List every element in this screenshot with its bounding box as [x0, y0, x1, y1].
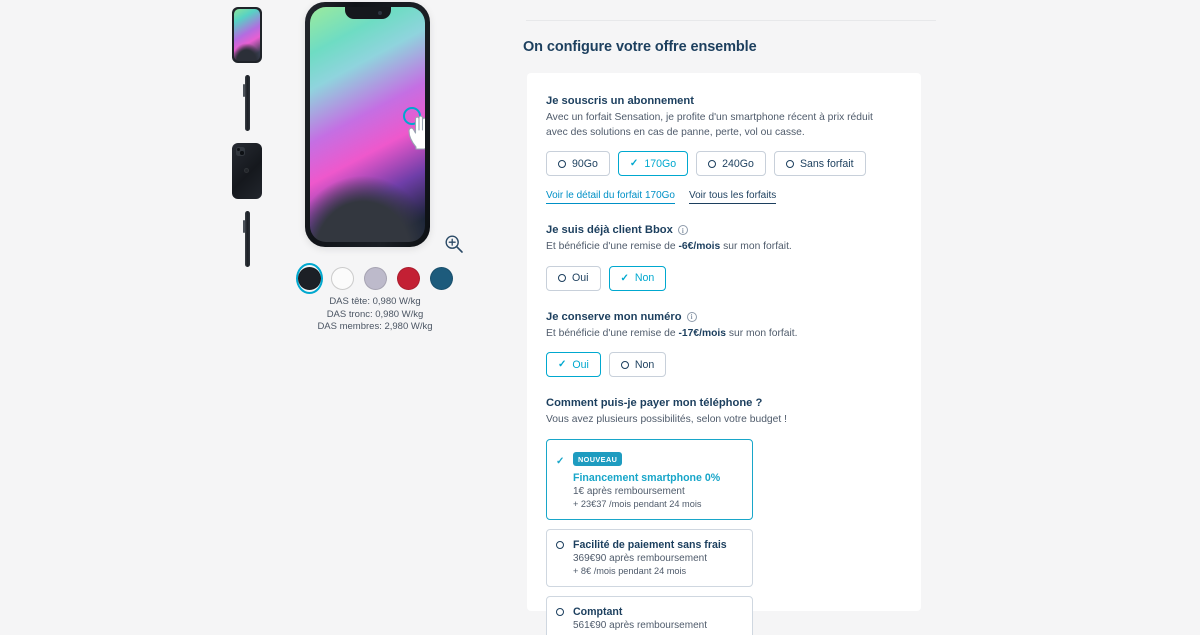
section-keep-number: Je conserve mon numéro i Et bénéficie d'…: [546, 311, 902, 377]
bbox-discount-amount: -6€/mois: [678, 241, 721, 252]
payment-option-title: Comptant: [573, 605, 623, 618]
payment-option-line1: 1€ après remboursement: [573, 485, 685, 497]
plan-option-90go[interactable]: 90Go: [546, 151, 610, 176]
das-values: DAS tête: 0,980 W/kg DAS tronc: 0,980 W/…: [280, 296, 470, 334]
payment-option-list: ✓ NOUVEAU Financement smartphone 0% 1€ a…: [546, 438, 902, 635]
zoom-in-button[interactable]: [440, 230, 468, 258]
bbox-option-non[interactable]: ✓ Non: [608, 265, 667, 291]
new-badge: NOUVEAU: [573, 452, 623, 466]
section-subscription: Je souscris un abonnement Avec un forfai…: [546, 95, 902, 204]
payment-option-financement[interactable]: ✓ NOUVEAU Financement smartphone 0% 1€ a…: [546, 438, 753, 520]
info-circle-icon[interactable]: i: [686, 311, 697, 322]
radio-icon: [708, 159, 717, 168]
keep-number-option-oui[interactable]: ✓ Oui: [546, 352, 601, 377]
radio-icon: [620, 360, 629, 369]
color-swatch-mauve[interactable]: [363, 265, 387, 292]
payment-option-comptant[interactable]: Comptant 561€90 après remboursement: [546, 595, 753, 635]
section-description-payment: Vous avez plusieurs possibilités, selon …: [546, 414, 787, 425]
plan-option-label: 170Go: [644, 157, 677, 170]
section-title-keep-number-text: Je conserve mon numéro: [546, 310, 682, 323]
check-icon: ✓: [629, 158, 639, 169]
keep-number-option-label: Non: [634, 358, 655, 371]
color-swatch-list: [297, 265, 453, 292]
keep-number-discount-amount: -17€/mois: [678, 327, 726, 339]
section-description-bbox-client: Et bénéficie d'une remise de -6€/mois su…: [546, 240, 891, 255]
payment-option-facilite[interactable]: Facilité de paiement sans frais 369€90 a…: [546, 528, 753, 587]
check-icon: ✓: [620, 272, 629, 284]
section-payment: Comment puis-je payer mon téléphone ? Vo…: [546, 397, 902, 635]
plan-option-label: 90Go: [572, 157, 598, 170]
radio-icon: [785, 159, 794, 168]
section-title-subscription: Je souscris un abonnement: [546, 95, 694, 107]
section-title-bbox-client-text: Je suis déjà client Bbox: [546, 224, 673, 236]
plan-option-sans-forfait[interactable]: Sans forfait: [773, 151, 866, 176]
radio-icon: [556, 607, 564, 616]
plan-option-240go[interactable]: 240Go: [696, 151, 766, 176]
color-swatch-rouge[interactable]: [396, 265, 420, 292]
plan-links: Voir le détail du forfait 170Go Voir tou…: [546, 190, 902, 204]
color-swatch-noir[interactable]: [297, 265, 321, 292]
top-divider: [526, 20, 936, 21]
bbox-option-oui[interactable]: Oui: [546, 265, 601, 291]
keep-number-discount-prefix: Et bénéficie d'une remise de: [546, 327, 679, 339]
product-hero-image[interactable]: [305, 2, 430, 247]
thumbnail-front-view[interactable]: [225, 4, 269, 66]
keep-number-discount-suffix: sur mon forfait.: [726, 327, 798, 339]
info-circle-icon[interactable]: i: [677, 225, 688, 235]
thumbnail-back-view[interactable]: [225, 140, 269, 202]
plan-option-group: 90Go ✓ 170Go 240Go Sans forfait: [546, 151, 902, 176]
link-plan-detail[interactable]: Voir le détail du forfait 170Go: [546, 190, 675, 204]
page-title: On configure votre offre ensemble: [523, 39, 757, 55]
thumbnail-list: [225, 4, 269, 276]
phone-notch: [344, 7, 391, 19]
phone-side-icon: [243, 211, 250, 267]
bbox-option-label: Non: [634, 272, 655, 284]
payment-option-line1: 369€90 après remboursement: [573, 552, 707, 564]
keep-number-option-label: Oui: [572, 358, 589, 371]
section-title-keep-number: Je conserve mon numéro i: [546, 311, 902, 323]
payment-option-line2: + 23€37 /mois pendant 24 mois: [573, 498, 702, 509]
bbox-option-group: Oui ✓ Non: [546, 265, 902, 291]
radio-icon: [558, 159, 566, 168]
color-swatch-blanc[interactable]: [330, 265, 354, 292]
plan-option-label: Sans forfait: [799, 157, 854, 170]
bbox-option-label: Oui: [572, 272, 589, 284]
plan-option-label: 240Go: [722, 157, 754, 170]
das-tronc: DAS tronc: 0,980 W/kg: [326, 308, 424, 320]
keep-number-option-group: ✓ Oui Non: [546, 352, 902, 377]
configurator-panel: On configure votre offre ensemble Je sou…: [520, 0, 950, 635]
thumbnail-side-view-right[interactable]: [225, 208, 269, 270]
phone-side-icon: [243, 75, 250, 131]
payment-option-line1: 561€90 après remboursement: [573, 619, 707, 631]
hand-pointer-icon: [403, 107, 425, 150]
keep-number-option-non[interactable]: Non: [608, 352, 667, 377]
plan-option-170go[interactable]: ✓ 170Go: [617, 151, 689, 176]
section-description-keep-number: Et bénéficie d'une remise de -17€/mois s…: [546, 327, 891, 342]
section-description-subscription: Avec un forfait Sensation, je profite d'…: [546, 112, 873, 138]
payment-option-title: Financement smartphone 0%: [573, 471, 721, 484]
configurator-card: Je souscris un abonnement Avec un forfai…: [527, 73, 921, 635]
product-gallery: DAS tête: 0,980 W/kg DAS tronc: 0,980 W/…: [0, 0, 500, 635]
payment-option-title: Facilité de paiement sans frais: [573, 538, 727, 551]
thumbnail-side-view-left[interactable]: [225, 72, 269, 134]
das-tete: DAS tête: 0,980 W/kg: [329, 296, 421, 307]
color-swatch-bleu[interactable]: [429, 265, 453, 292]
das-membres: DAS membres: 2,980 W/kg: [317, 321, 433, 333]
payment-option-line2: + 8€ /mois pendant 24 mois: [573, 565, 687, 576]
link-all-plans[interactable]: Voir tous les forfaits: [688, 190, 777, 204]
zoom-in-icon: [445, 235, 463, 253]
radio-icon: [556, 540, 564, 549]
bbox-discount-prefix: Et bénéficie d'une remise de: [546, 241, 679, 252]
check-icon: ✓: [558, 359, 567, 370]
check-icon: ✓: [556, 455, 565, 467]
phone-back-icon: [232, 143, 262, 199]
phone-front-icon: [232, 7, 262, 63]
section-title-bbox-client: Je suis déjà client Bbox i: [546, 224, 902, 236]
section-bbox-client: Je suis déjà client Bbox i Et bénéficie …: [546, 224, 902, 291]
product-configurator-page: DAS tête: 0,980 W/kg DAS tronc: 0,980 W/…: [0, 0, 1200, 635]
bbox-discount-suffix: sur mon forfait.: [720, 241, 792, 252]
radio-icon: [558, 274, 566, 282]
section-title-payment: Comment puis-je payer mon téléphone ?: [546, 397, 763, 409]
